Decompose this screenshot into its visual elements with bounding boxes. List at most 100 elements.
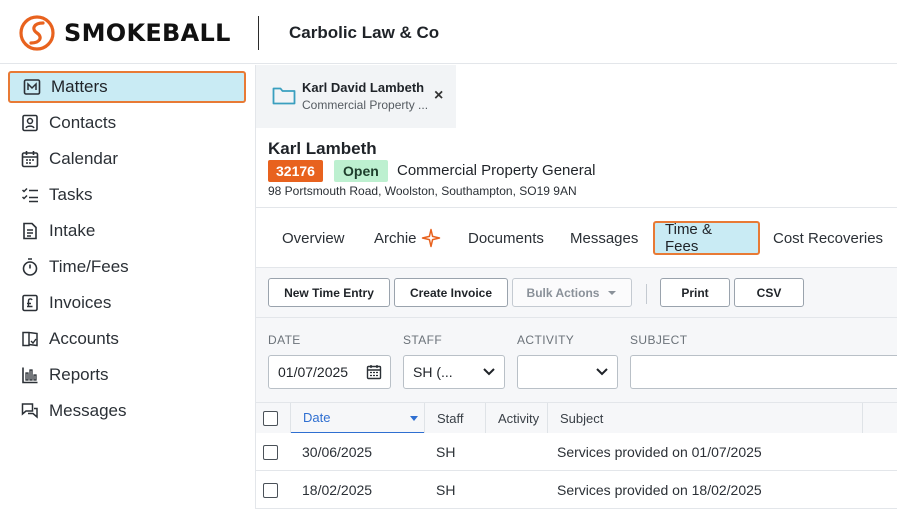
date-filter-label: DATE	[268, 333, 301, 347]
sidebar-item-label: Tasks	[49, 185, 93, 204]
toolbar: New Time Entry Create Invoice Bulk Actio…	[256, 268, 897, 318]
tab-label: Cost Recoveries	[773, 229, 884, 247]
sidebar-item-label: Matters	[51, 77, 108, 96]
sidebar-item-messages[interactable]: Messages	[8, 395, 246, 427]
staff-filter-select[interactable]: SH (...	[403, 355, 505, 389]
staff-filter-label: STAFF	[403, 333, 443, 347]
table-row[interactable]: 30/06/2025 SH Services provided on 01/07…	[256, 433, 897, 471]
row-staff: SH	[436, 482, 456, 498]
smokeball-logo-icon[interactable]	[18, 14, 56, 52]
tab-cost-recoveries[interactable]: Cost Recoveries	[763, 221, 893, 255]
sidebar-item-accounts[interactable]: Accounts	[8, 323, 246, 355]
sidebar-item-intake[interactable]: Intake	[8, 215, 246, 247]
tab-label: Archie	[374, 229, 417, 247]
column-divider	[862, 403, 863, 433]
intake-icon	[20, 221, 40, 241]
tab-label: Documents	[468, 229, 544, 247]
sidebar-item-time-fees[interactable]: Time/Fees	[8, 251, 246, 283]
subject-filter-label: SUBJECT	[630, 333, 688, 347]
sidebar-item-tasks[interactable]: Tasks	[8, 179, 246, 211]
reports-icon	[20, 365, 40, 385]
table-row[interactable]: 18/02/2025 SH Services provided on 18/02…	[256, 471, 897, 509]
print-button[interactable]: Print	[660, 278, 730, 307]
bulk-actions-label: Bulk Actions	[526, 285, 600, 300]
column-header-label: Subject	[560, 410, 604, 426]
new-time-entry-button[interactable]: New Time Entry	[268, 278, 390, 307]
row-checkbox[interactable]	[263, 445, 278, 460]
sort-descending-icon	[410, 416, 418, 421]
tab-time-fees[interactable]: Time & Fees	[653, 221, 760, 255]
subject-filter-input[interactable]	[630, 355, 897, 389]
select-all-checkbox[interactable]	[263, 411, 278, 426]
column-header-label: Date	[303, 410, 331, 425]
messages-icon	[20, 401, 40, 421]
matter-tab-title: Karl David Lambeth	[302, 80, 425, 95]
column-header-subject[interactable]: Subject	[548, 403, 862, 433]
matter-subnav: Overview Archie Documents Messages Time …	[256, 207, 897, 268]
contacts-icon	[20, 113, 40, 133]
matter-number-badge: 32176	[268, 160, 323, 182]
sidebar-item-label: Intake	[49, 221, 96, 240]
sidebar-item-contacts[interactable]: Contacts	[8, 107, 246, 139]
matter-type: Commercial Property General	[397, 162, 596, 179]
row-subject: Services provided on 01/07/2025	[557, 444, 762, 460]
caret-down-icon	[608, 290, 617, 295]
row-staff: SH	[436, 444, 456, 460]
activity-filter-select[interactable]	[517, 355, 618, 389]
calendar-icon	[20, 149, 40, 169]
sidebar-item-invoices[interactable]: Invoices	[8, 287, 246, 319]
create-invoice-button[interactable]: Create Invoice	[394, 278, 508, 307]
sidebar-item-label: Calendar	[49, 149, 118, 168]
sidebar-item-calendar[interactable]: Calendar	[8, 143, 246, 175]
column-header-date[interactable]: Date	[291, 403, 424, 434]
csv-button[interactable]: CSV	[734, 278, 804, 307]
tab-messages[interactable]: Messages	[560, 221, 648, 255]
staff-filter-value: SH (...	[413, 364, 453, 380]
chevron-down-icon	[596, 368, 608, 376]
sidebar-item-label: Invoices	[49, 293, 112, 312]
sidebar-item-reports[interactable]: Reports	[8, 359, 246, 391]
topbar-divider	[258, 16, 259, 50]
activity-filter-label: ACTIVITY	[517, 333, 575, 347]
column-header-label: Activity	[498, 410, 540, 426]
tab-label: Overview	[282, 229, 345, 247]
matter-tab-subtitle: Commercial Property ...	[302, 98, 429, 112]
date-filter-input[interactable]: 01/07/2025	[268, 355, 391, 389]
column-header-staff[interactable]: Staff	[425, 403, 485, 433]
filters-bar: DATE 01/07/2025 STAFF SH (... ACTIVITY S…	[256, 318, 897, 403]
sidebar-item-label: Contacts	[49, 113, 117, 132]
tab-overview[interactable]: Overview	[272, 221, 355, 255]
tab-label: Time & Fees	[665, 221, 712, 255]
tab-documents[interactable]: Documents	[458, 221, 554, 255]
status-badge: Open	[334, 160, 388, 182]
table-header: Date Staff Activity Subject	[256, 403, 897, 434]
column-header-label: Staff	[437, 410, 464, 426]
bulk-actions-button[interactable]: Bulk Actions	[512, 278, 632, 307]
sidebar-item-matters[interactable]: Matters	[8, 71, 246, 103]
matter-address: 98 Portsmouth Road, Woolston, Southampto…	[268, 184, 577, 198]
row-subject: Services provided on 18/02/2025	[557, 482, 762, 498]
tab-label: Messages	[570, 229, 639, 247]
sidebar-item-label: Time/Fees	[49, 257, 129, 276]
top-bar: SMOKEBALL Carbolic Law & Co	[0, 0, 897, 64]
accounts-icon	[20, 329, 40, 349]
firm-name: Carbolic Law & Co	[289, 23, 440, 42]
chevron-down-icon	[483, 368, 495, 376]
tab-archie[interactable]: Archie	[364, 221, 451, 255]
tasks-icon	[20, 185, 40, 205]
calendar-picker-icon[interactable]	[366, 364, 382, 380]
row-date: 30/06/2025	[302, 444, 373, 460]
toolbar-separator	[646, 284, 647, 304]
matters-icon	[22, 77, 42, 97]
matter-tab[interactable]: Karl David Lambeth Commercial Property .…	[256, 65, 456, 128]
sidebar-item-label: Reports	[49, 365, 109, 384]
folder-icon	[272, 87, 296, 105]
row-checkbox[interactable]	[263, 483, 278, 498]
column-header-activity[interactable]: Activity	[486, 403, 547, 433]
date-filter-value: 01/07/2025	[278, 364, 349, 380]
close-tab-icon[interactable]: ×	[434, 87, 443, 105]
pound-icon	[20, 293, 40, 313]
sidebar: Matters Contacts Calendar Tasks Intake T…	[0, 65, 256, 509]
client-name: Karl Lambeth	[268, 139, 377, 158]
sparkle-icon	[421, 228, 440, 248]
